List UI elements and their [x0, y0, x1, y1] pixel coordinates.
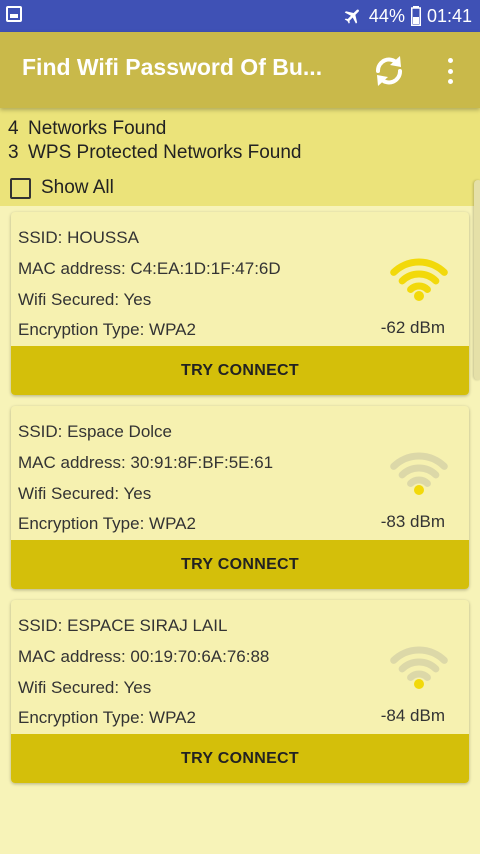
try-connect-button[interactable]: TRY CONNECT — [11, 540, 469, 589]
refresh-icon — [376, 56, 402, 86]
wifi-dot — [414, 485, 424, 495]
wifi-arc — [398, 270, 440, 285]
encryption-text: Encryption Type: WPA2 — [18, 320, 196, 339]
more-vert-icon[interactable] — [440, 54, 460, 88]
app-bar: Find Wifi Password Of Bu... — [0, 32, 480, 108]
status-right: 44% 01:41 — [343, 0, 472, 32]
show-all-checkbox-row[interactable]: Show All — [10, 176, 114, 200]
networks-found-label: Networks Found — [28, 118, 167, 139]
wifi-dot — [414, 291, 424, 301]
airplane-icon — [344, 9, 359, 24]
networks-found-line: 4 Networks Found — [8, 118, 166, 140]
wifi-signal-icon — [390, 646, 448, 689]
wifi-signal-icon — [390, 258, 448, 301]
battery-percent: 44% — [368, 5, 405, 26]
try-connect-button[interactable]: TRY CONNECT — [11, 346, 469, 395]
network-card: SSID: Espace Dolce MAC address: 30:91:8F… — [11, 406, 469, 589]
show-all-checkbox[interactable] — [10, 177, 31, 199]
signal-strength: -62 dBm — [380, 318, 445, 337]
scrollbar[interactable] — [474, 180, 480, 380]
network-card: SSID: ESPACE SIRAJ LAIL MAC address: 00:… — [11, 600, 469, 783]
signal-strength: -83 dBm — [380, 512, 445, 531]
wps-count: 3 — [8, 142, 19, 163]
refresh-button[interactable] — [370, 52, 408, 90]
networks-count: 4 — [8, 118, 19, 139]
mac-text: MAC address: 30:91:8F:BF:5E:61 — [18, 453, 274, 472]
wifi-dot — [414, 679, 424, 689]
secured-text: Wifi Secured: Yes — [18, 290, 152, 309]
encryption-text: Encryption Type: WPA2 — [18, 708, 196, 727]
encryption-text: Encryption Type: WPA2 — [18, 514, 196, 533]
secured-text: Wifi Secured: Yes — [18, 484, 152, 503]
ssid-text: SSID: Espace Dolce — [18, 422, 173, 441]
wifi-arc — [398, 464, 440, 479]
battery-icon — [410, 6, 421, 26]
ssid-text: SSID: ESPACE SIRAJ LAIL — [18, 616, 228, 635]
ssid-text: SSID: HOUSSA — [18, 228, 139, 247]
wifi-signal-icon — [390, 452, 448, 495]
mac-text: MAC address: 00:19:70:6A:76:88 — [18, 647, 270, 666]
signal-strength: -84 dBm — [380, 706, 445, 725]
wifi-arc — [407, 476, 431, 487]
app-title: Find Wifi Password Of Bu... — [22, 54, 323, 80]
secured-text: Wifi Secured: Yes — [18, 678, 152, 697]
network-list[interactable]: SSID: HOUSSA MAC address: C4:EA:1D:1F:47… — [0, 206, 480, 854]
wifi-arc — [407, 282, 431, 293]
show-all-label: Show All — [41, 177, 114, 198]
wps-found-line: 3 WPS Protected Networks Found — [8, 142, 302, 164]
wifi-arc — [398, 658, 440, 673]
mac-text: MAC address: C4:EA:1D:1F:47:6D — [18, 259, 281, 278]
clock: 01:41 — [426, 5, 472, 26]
wps-found-label: WPS Protected Networks Found — [28, 142, 302, 163]
status-bar: 44% 01:41 — [0, 0, 480, 32]
try-connect-button[interactable]: TRY CONNECT — [11, 734, 469, 783]
summary-header: 4 Networks Found 3 WPS Protected Networks … — [0, 108, 480, 206]
wifi-arc — [407, 670, 431, 681]
image-icon — [6, 6, 22, 22]
network-card: SSID: HOUSSA MAC address: C4:EA:1D:1F:47… — [11, 212, 469, 395]
